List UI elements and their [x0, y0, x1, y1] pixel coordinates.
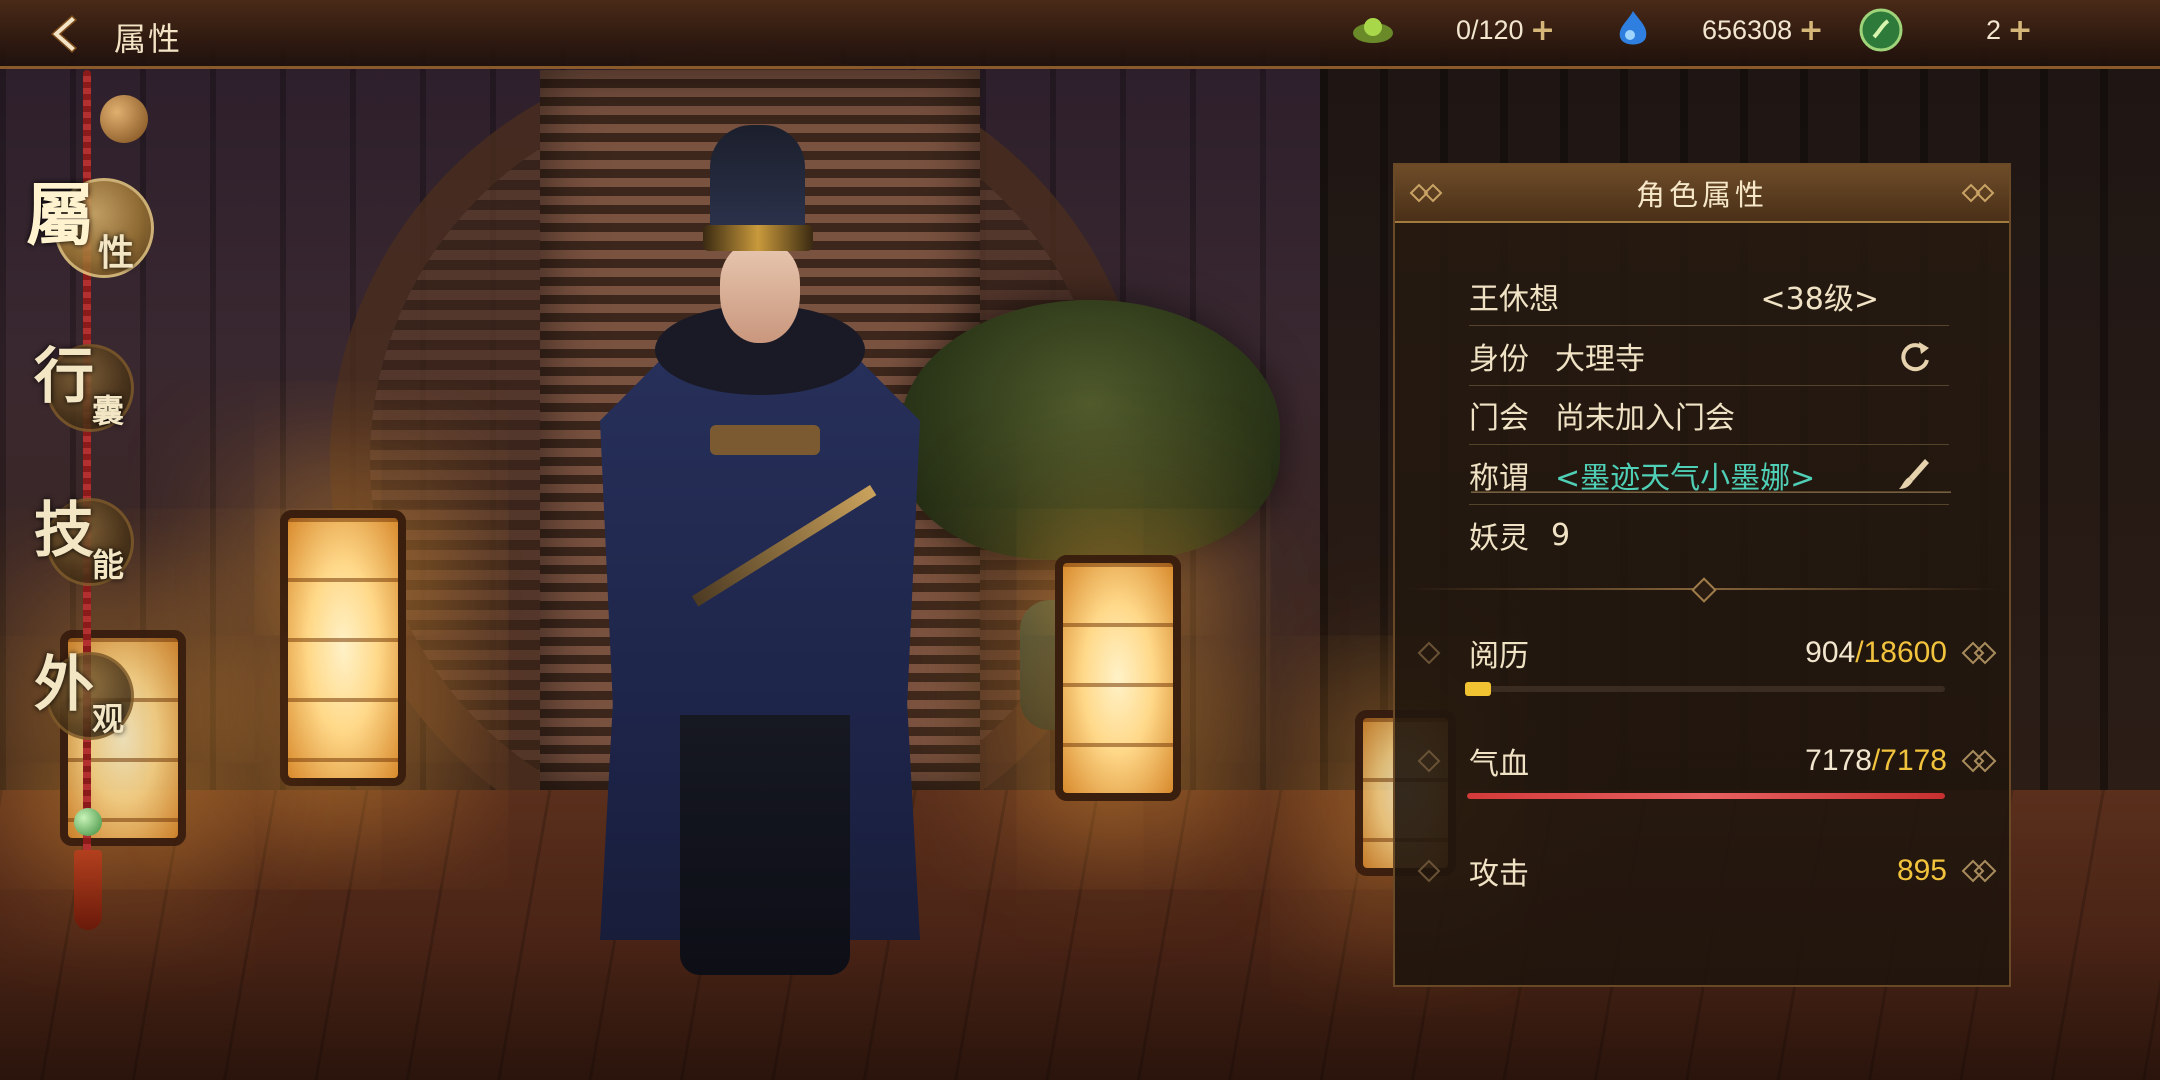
health-progress-bar — [1467, 793, 1945, 799]
nav-tab-appearance[interactable]: 外 观 — [32, 636, 142, 746]
stat-label: 阅历 — [1469, 639, 1529, 674]
character-legs — [680, 715, 850, 975]
spirit-row: 妖灵 9 — [1469, 506, 1949, 564]
back-arrow-icon — [50, 14, 78, 54]
resource-blue-spirit: 656308 + — [1610, 8, 1826, 52]
character-name: 王休想 — [1469, 282, 1559, 317]
resource-green-coin: 2 + — [1858, 8, 2035, 52]
diamond-ornament-icon — [1417, 749, 1441, 773]
nav-tab-label-main: 外 — [34, 650, 94, 720]
nav-tab-label-main: 行 — [34, 342, 94, 412]
health-progress-fill — [1467, 793, 1945, 799]
refresh-icon — [1901, 342, 1929, 372]
title-label: 称谓 — [1469, 461, 1529, 496]
diamond-ornament-icon — [1417, 859, 1441, 883]
character-belt — [710, 425, 820, 455]
page-title: 属性 — [114, 20, 183, 58]
stat-max: /18600 — [1855, 636, 1947, 669]
blue-spirit-icon — [1610, 7, 1656, 53]
section-divider — [1407, 577, 1997, 603]
stat-row-health: 气血 7178/7178 — [1469, 738, 1947, 784]
stat-value: 904/18600 — [1805, 636, 1947, 670]
tassel-ornament — [74, 850, 102, 930]
scene-lantern — [280, 510, 406, 786]
add-blue-spirit-button[interactable]: + — [1796, 13, 1826, 48]
jade-value: 0/120 — [1456, 14, 1524, 45]
top-bar: 属性 0/120 + 656308 + 2 + — [0, 0, 2160, 69]
spirit-label: 妖灵 — [1469, 521, 1529, 556]
identity-label: 身份 — [1469, 342, 1529, 377]
character-face — [720, 243, 800, 343]
green-coin-value: 2 — [1986, 14, 2002, 45]
stat-value: 7178/7178 — [1805, 744, 1947, 778]
nav-tab-skills[interactable]: 技 能 — [32, 482, 142, 592]
scene-lantern — [1055, 555, 1181, 801]
character-level: <38级> — [1760, 282, 1879, 317]
experience-marker-icon — [1465, 682, 1491, 696]
divider-diamond-icon — [1691, 577, 1717, 603]
nav-tab-bag[interactable]: 行 囊 — [32, 328, 142, 438]
stat-label: 攻击 — [1469, 857, 1529, 892]
stat-row-experience: 阅历 904/18600 — [1469, 630, 1947, 676]
stat-current: 7178 — [1805, 744, 1872, 777]
character-model[interactable] — [560, 125, 960, 1005]
blue-spirit-value: 656308 — [1702, 14, 1793, 45]
nav-tab-attributes[interactable]: 屬 性 — [24, 160, 154, 278]
stat-current: 904 — [1805, 636, 1856, 669]
guild-label: 门会 — [1469, 401, 1529, 436]
nav-tab-label-sub: 观 — [92, 700, 125, 738]
nav-tab-label-sub: 性 — [98, 232, 135, 274]
guild-row: 门会 尚未加入门会 — [1469, 386, 1949, 445]
green-coin-icon — [1858, 7, 1904, 53]
spirit-value: 9 — [1551, 517, 1571, 553]
stat-detail-icon[interactable] — [1961, 641, 1997, 665]
stat-max: /7178 — [1871, 744, 1947, 777]
title-row: 称谓 <墨迹天气小墨娜> — [1469, 446, 1949, 505]
guild-value: 尚未加入门会 — [1555, 401, 1735, 436]
stat-value: 895 — [1896, 854, 1947, 887]
identity-value: 大理寺 — [1555, 342, 1645, 377]
experience-progress-bar — [1467, 686, 1945, 692]
add-jade-button[interactable]: + — [1528, 13, 1558, 48]
add-green-coin-button[interactable]: + — [2005, 13, 2035, 48]
back-button[interactable] — [36, 10, 92, 58]
edit-title-button[interactable] — [1895, 455, 1935, 495]
brush-icon — [1899, 459, 1929, 489]
character-name-row: 王休想 <38级> — [1469, 267, 1949, 326]
stat-label: 气血 — [1469, 747, 1529, 782]
title-value: <墨迹天气小墨娜> — [1555, 461, 1816, 496]
identity-row: 身份 大理寺 — [1469, 327, 1949, 386]
change-identity-button[interactable] — [1895, 336, 1935, 376]
stat-detail-icon[interactable] — [1961, 749, 1997, 773]
diamond-ornament-icon — [1417, 641, 1441, 665]
stat-row-attack: 攻击 895 — [1469, 848, 1947, 894]
jade-bead-ornament — [74, 808, 102, 836]
nav-tab-label-sub: 囊 — [92, 392, 125, 430]
nav-tab-label-sub: 能 — [92, 546, 125, 584]
nav-tab-label-main: 屬 — [26, 176, 95, 256]
panel-content: 王休想 <38级> 身份 大理寺 门会 尚未加入门会 称谓 <墨迹天气小墨娜> … — [1393, 163, 2011, 987]
stat-detail-icon[interactable] — [1961, 859, 1997, 883]
jade-icon — [1350, 7, 1396, 53]
bell-ornament-icon — [100, 95, 148, 143]
character-hatband — [703, 225, 813, 251]
resource-jade: 0/120 + — [1350, 8, 1558, 52]
nav-tab-label-main: 技 — [34, 496, 94, 566]
